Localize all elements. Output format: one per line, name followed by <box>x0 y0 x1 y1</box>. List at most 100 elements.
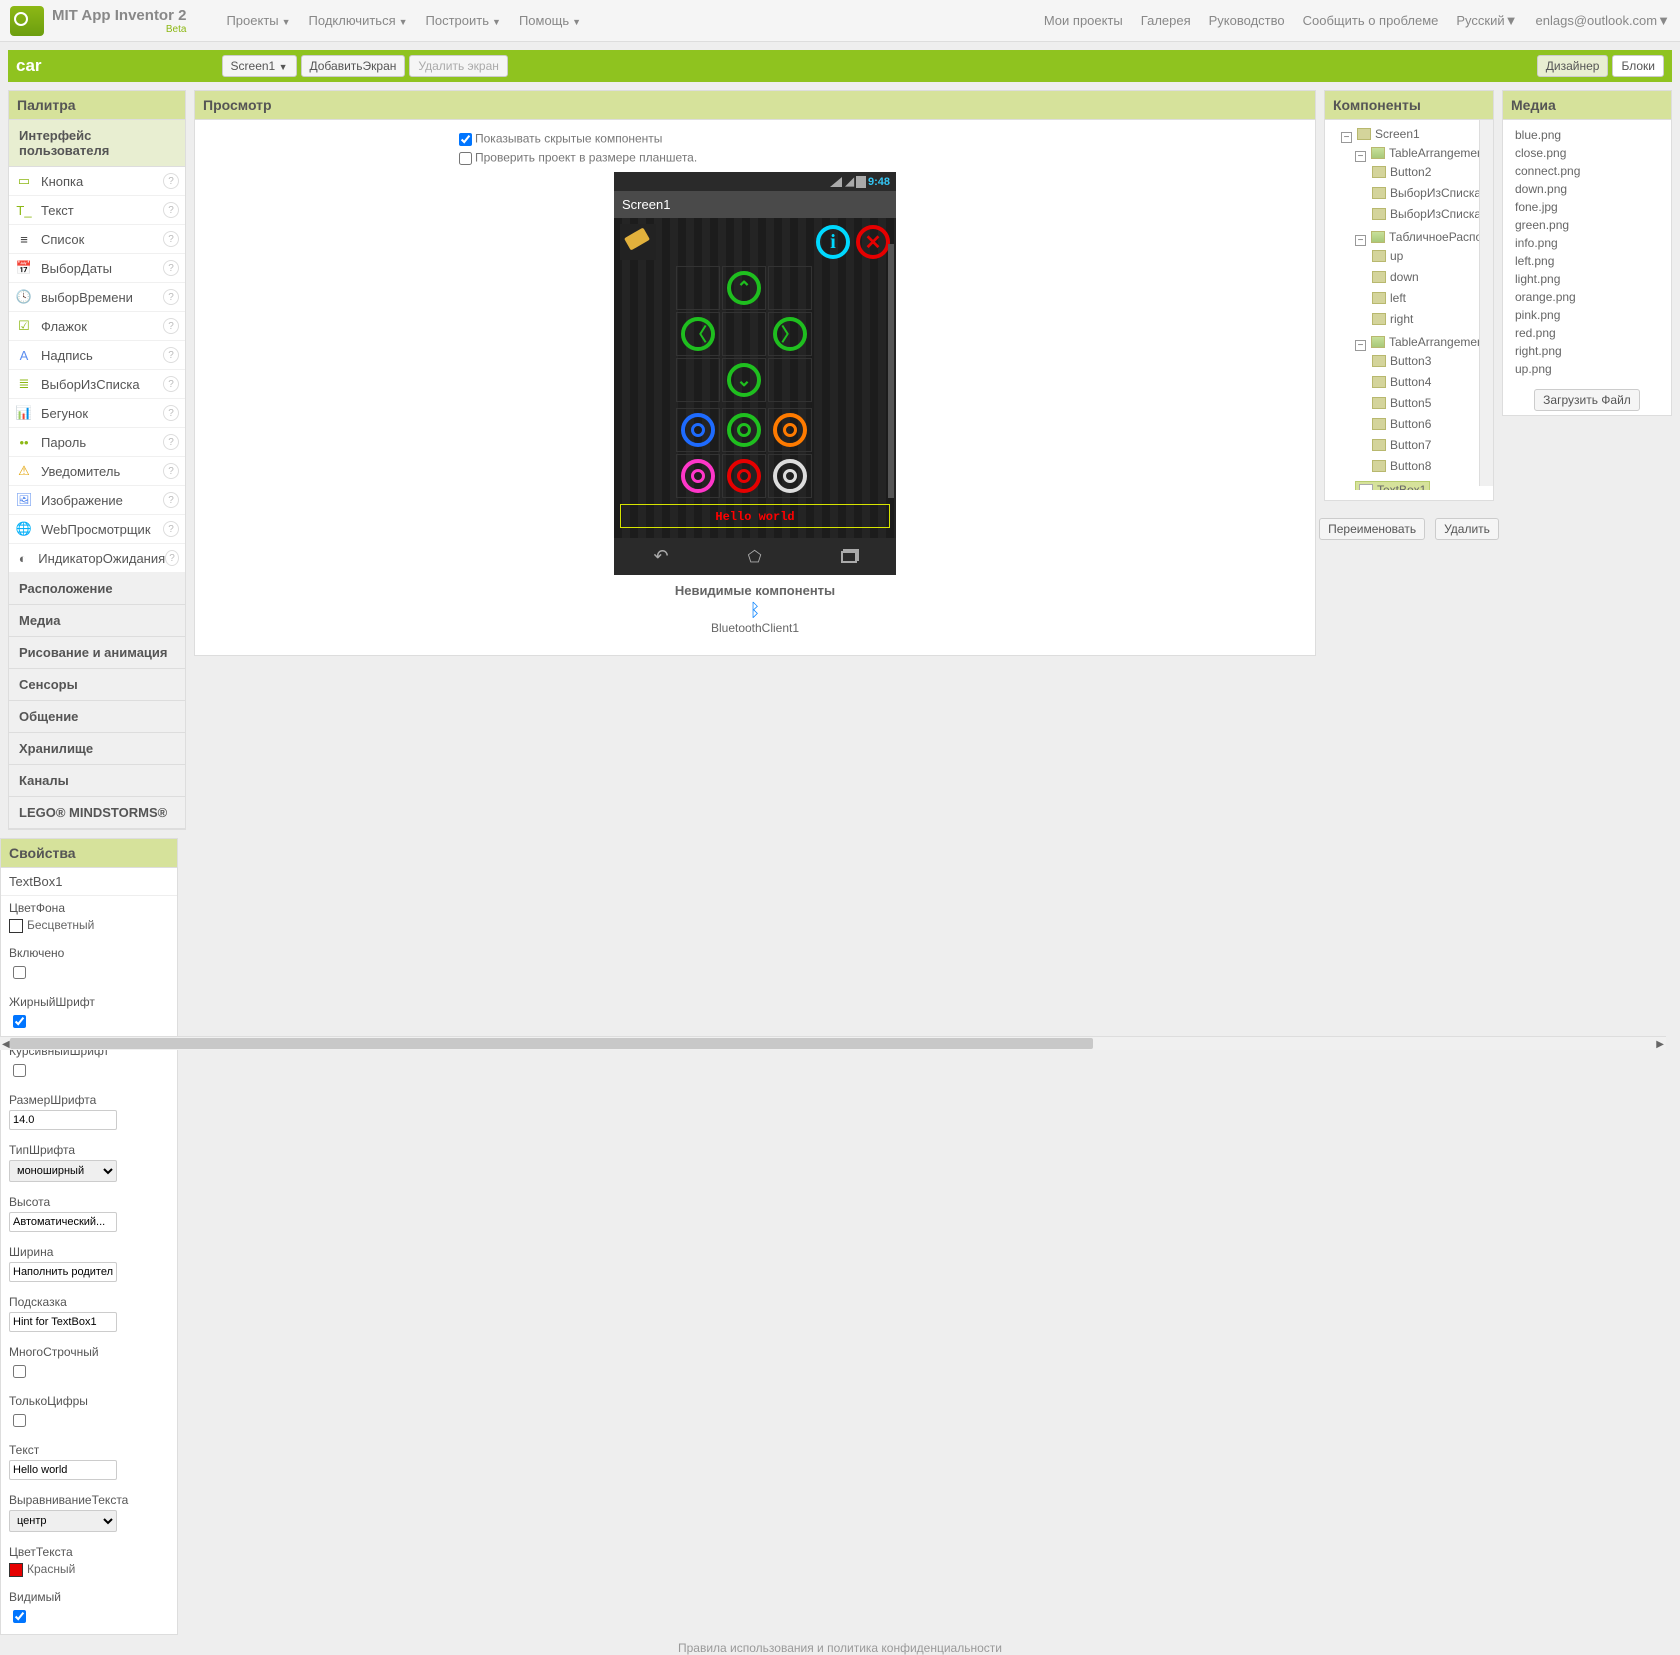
delete-button[interactable]: Удалить <box>1435 518 1499 540</box>
recent-softkey[interactable] <box>841 551 857 563</box>
transparent-swatch-icon[interactable] <box>9 919 23 933</box>
media-file[interactable]: red.png <box>1515 324 1659 342</box>
tree-node[interactable]: Button6 <box>1369 416 1434 432</box>
nav-guide[interactable]: Руководство <box>1209 13 1285 28</box>
blocks-tab[interactable]: Блоки <box>1612 55 1664 77</box>
palette-category[interactable]: Каналы <box>9 765 185 797</box>
tree-node[interactable]: Button3 <box>1369 353 1434 369</box>
tree-node[interactable]: Button2 <box>1369 164 1434 180</box>
tree-node[interactable]: up <box>1369 248 1406 264</box>
right-button[interactable]: 〉 <box>773 317 807 351</box>
media-file[interactable]: fone.jpg <box>1515 198 1659 216</box>
help-icon[interactable]: ? <box>163 463 179 479</box>
menu-help[interactable]: Помощь▼ <box>519 13 581 28</box>
help-icon[interactable]: ? <box>163 318 179 334</box>
prop-enabled-checkbox[interactable] <box>13 966 26 979</box>
media-file[interactable]: light.png <box>1515 270 1659 288</box>
help-icon[interactable]: ? <box>163 405 179 421</box>
menu-connect[interactable]: Подключиться▼ <box>309 13 408 28</box>
upload-button[interactable]: Загрузить Файл <box>1534 389 1640 411</box>
rename-button[interactable]: Переименовать <box>1319 518 1425 540</box>
tree-node[interactable]: TableArrangement1 <box>1368 334 1493 350</box>
palette-item[interactable]: ≡ Список ? <box>9 225 185 254</box>
tree-node[interactable]: left <box>1369 290 1409 306</box>
help-icon[interactable]: ? <box>163 492 179 508</box>
orange-button[interactable] <box>773 413 807 447</box>
help-icon[interactable]: ? <box>163 202 179 218</box>
help-icon[interactable]: ? <box>163 521 179 537</box>
nav-account[interactable]: enlags@outlook.com▼ <box>1536 13 1670 28</box>
tree-node[interactable]: down <box>1369 269 1422 285</box>
add-screen-button[interactable]: ДобавитьЭкран <box>301 55 406 77</box>
media-file[interactable]: orange.png <box>1515 288 1659 306</box>
help-icon[interactable]: ? <box>163 173 179 189</box>
tree-node[interactable]: Screen1 <box>1354 126 1423 142</box>
connect-icon[interactable] <box>620 224 656 260</box>
palette-category[interactable]: Сенсоры <box>9 669 185 701</box>
prop-italic-checkbox[interactable] <box>13 1064 26 1077</box>
tree-node[interactable]: ВыборИзСписка2 <box>1369 206 1491 222</box>
back-softkey[interactable]: ↶ <box>654 546 669 567</box>
red-swatch-icon[interactable] <box>9 1563 23 1577</box>
palette-item[interactable]: •• Пароль ? <box>9 428 185 457</box>
tree-node[interactable]: Button8 <box>1369 458 1434 474</box>
bluetooth-icon[interactable]: ᛒ <box>711 600 799 621</box>
menu-build[interactable]: Построить▼ <box>426 13 501 28</box>
media-file[interactable]: up.png <box>1515 360 1659 378</box>
help-icon[interactable]: ? <box>163 347 179 363</box>
palette-item[interactable]: 🌐 WebПросмотрщик ? <box>9 515 185 544</box>
palette-cat-ui[interactable]: Интерфейс пользователя <box>9 120 185 167</box>
tree-node[interactable]: ВыборИзСписка1 <box>1369 185 1491 201</box>
tree-node-selected[interactable]: TextBox1 <box>1355 481 1430 490</box>
prop-numbers-checkbox[interactable] <box>13 1414 26 1427</box>
blue-button[interactable] <box>681 413 715 447</box>
info-icon[interactable]: i <box>816 225 850 259</box>
help-icon[interactable]: ? <box>165 550 179 566</box>
palette-item[interactable]: A Надпись ? <box>9 341 185 370</box>
media-file[interactable]: green.png <box>1515 216 1659 234</box>
palette-item[interactable]: T_ Текст ? <box>9 196 185 225</box>
prop-visible-checkbox[interactable] <box>13 1610 26 1623</box>
prop-multiline-checkbox[interactable] <box>13 1365 26 1378</box>
help-icon[interactable]: ? <box>163 376 179 392</box>
phone-content[interactable]: i ✕ ⌃ 〈〉 ⌄ <box>614 218 896 538</box>
palette-category[interactable]: LEGO® MINDSTORMS® <box>9 797 185 829</box>
nav-myprojects[interactable]: Мои проекты <box>1044 13 1123 28</box>
tree-node[interactable]: Button7 <box>1369 437 1434 453</box>
prop-align-select[interactable]: центр <box>9 1510 117 1532</box>
bt-client-label[interactable]: BluetoothClient1 <box>711 621 799 635</box>
help-icon[interactable]: ? <box>163 289 179 305</box>
tree-scrollbar-h[interactable]: ◀▶ <box>0 1036 1666 1050</box>
tree-node[interactable]: Button4 <box>1369 374 1434 390</box>
tablet-checkbox[interactable] <box>459 152 472 165</box>
help-icon[interactable]: ? <box>163 434 179 450</box>
palette-category[interactable]: Расположение <box>9 573 185 605</box>
palette-category[interactable]: Рисование и анимация <box>9 637 185 669</box>
prop-typeface-select[interactable]: моноширный <box>9 1160 117 1182</box>
palette-item[interactable]: 📊 Бегунок ? <box>9 399 185 428</box>
prop-fontsize-input[interactable] <box>9 1110 117 1130</box>
red-button[interactable] <box>727 459 761 493</box>
palette-category[interactable]: Медиа <box>9 605 185 637</box>
nav-gallery[interactable]: Галерея <box>1141 13 1191 28</box>
left-button[interactable]: 〈 <box>681 317 715 351</box>
palette-item[interactable]: ◐ ИндикаторОжидания ? <box>9 544 185 573</box>
palette-item[interactable]: 🖼 Изображение ? <box>9 486 185 515</box>
help-icon[interactable]: ? <box>163 260 179 276</box>
screen-select[interactable]: Screen1 ▼ <box>222 55 297 77</box>
palette-item[interactable]: 📅 ВыборДаты ? <box>9 254 185 283</box>
nav-report[interactable]: Сообщить о проблеме <box>1303 13 1439 28</box>
prop-height-input[interactable] <box>9 1212 117 1232</box>
media-file[interactable]: pink.png <box>1515 306 1659 324</box>
remove-screen-button[interactable]: Удалить экран <box>409 55 508 77</box>
palette-item[interactable]: 🕓 выборВремени ? <box>9 283 185 312</box>
media-file[interactable]: info.png <box>1515 234 1659 252</box>
up-button[interactable]: ⌃ <box>727 271 761 305</box>
palette-category[interactable]: Общение <box>9 701 185 733</box>
tree-node[interactable]: Button5 <box>1369 395 1434 411</box>
palette-category[interactable]: Хранилище <box>9 733 185 765</box>
prop-width-input[interactable] <box>9 1262 117 1282</box>
media-file[interactable]: right.png <box>1515 342 1659 360</box>
prop-hint-input[interactable] <box>9 1312 117 1332</box>
home-softkey[interactable]: ⬠ <box>748 547 762 567</box>
